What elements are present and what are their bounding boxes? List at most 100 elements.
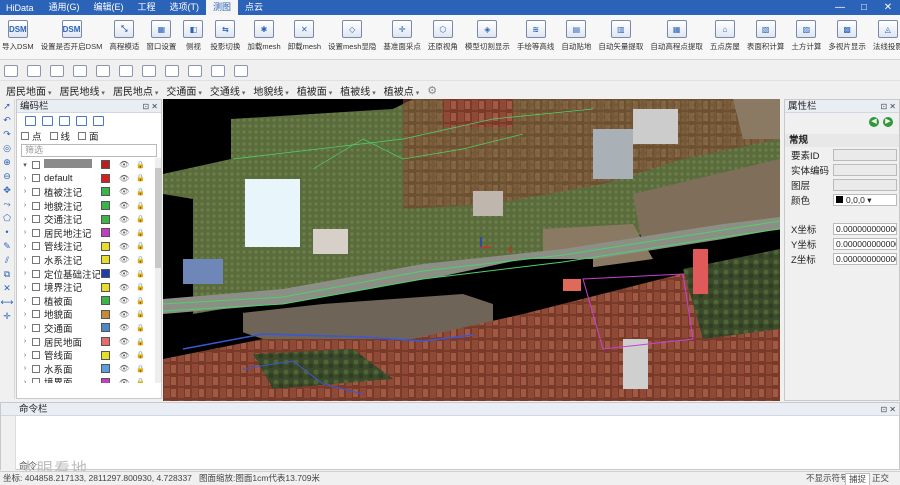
image-icon[interactable] — [27, 64, 41, 77]
tree-item[interactable]: › 境界面 👁 🔒 — [17, 376, 161, 383]
checkbox[interactable] — [32, 228, 40, 237]
visibility-icon[interactable]: 👁 — [119, 378, 129, 383]
checkbox[interactable] — [32, 364, 40, 373]
ribbon-button[interactable]: ▧ 表面积计算 — [747, 15, 784, 59]
list-icon[interactable] — [25, 116, 36, 126]
expand-arrow-icon[interactable]: › — [17, 379, 29, 383]
tree-item[interactable]: › 水系注记 👁 🔒 — [17, 253, 161, 267]
lock-icon[interactable]: 🔒 — [136, 378, 145, 383]
expand-arrow-icon[interactable]: ▾ — [17, 161, 29, 169]
visibility-icon[interactable]: 👁 — [119, 187, 129, 196]
layer-dropdown[interactable]: 居民地线 — [59, 83, 104, 98]
checkbox[interactable] — [32, 201, 40, 210]
color-swatch[interactable] — [101, 160, 110, 170]
symbol-display-toggle[interactable]: 不显示符号 — [806, 472, 849, 485]
forward-icon[interactable]: ▶ — [883, 117, 893, 127]
tree-item[interactable]: › 定位基础注记 👁 🔒 — [17, 267, 161, 281]
expand-arrow-icon[interactable]: › — [17, 284, 29, 291]
expand-arrow-icon[interactable]: › — [17, 270, 29, 277]
visibility-icon[interactable]: 👁 — [119, 215, 129, 224]
tree-item[interactable]: › 植被注记 👁 🔒 — [17, 185, 161, 199]
grid-view-icon[interactable] — [59, 116, 70, 126]
zoom-out-icon[interactable]: ⊖ — [0, 169, 14, 183]
pen-icon[interactable] — [188, 64, 202, 77]
ribbon-button[interactable]: ▩ 多视片显示 — [828, 15, 866, 59]
ribbon-button[interactable]: ✕ 卸载mesh — [288, 15, 321, 59]
map-view[interactable]: x — [163, 99, 780, 401]
lock-icon[interactable]: 🔒 — [136, 351, 145, 359]
layer-dropdown[interactable]: 交通面 — [166, 83, 201, 98]
panel-pin-icon[interactable]: ⊡ ✕ — [880, 403, 896, 416]
snap-icon[interactable]: ✛ — [0, 309, 14, 323]
color-swatch[interactable] — [101, 173, 110, 183]
visibility-icon[interactable]: 👁 — [119, 174, 129, 183]
visibility-icon[interactable]: 👁 — [119, 255, 129, 264]
tree-item[interactable]: › 地貌注记 👁 🔒 — [17, 199, 161, 213]
checkbox[interactable] — [21, 132, 29, 140]
refresh-icon[interactable] — [93, 116, 104, 126]
edit-icon[interactable]: ✎ — [0, 239, 14, 253]
expand-arrow-icon[interactable]: › — [17, 188, 29, 195]
layer-dropdown[interactable]: 植被线 — [340, 83, 375, 98]
tree-item[interactable]: › 境界注记 👁 🔒 — [17, 280, 161, 294]
menu-general[interactable]: 通用(G) — [42, 0, 87, 15]
checkbox[interactable] — [32, 215, 40, 224]
visibility-icon[interactable]: 👁 — [119, 228, 129, 237]
expand-arrow-icon[interactable]: › — [17, 229, 29, 236]
expand-arrow-icon[interactable]: › — [17, 297, 29, 304]
expand-arrow-icon[interactable]: › — [17, 352, 29, 359]
color-swatch[interactable] — [101, 377, 110, 383]
rotate-icon[interactable] — [142, 64, 156, 77]
lock-icon[interactable]: 🔒 — [136, 365, 145, 373]
ribbon-button[interactable]: ⤡ 高程模适 — [109, 15, 139, 59]
visibility-icon[interactable]: 👁 — [119, 242, 129, 251]
arrow-icon[interactable]: ➚ — [0, 99, 14, 113]
color-swatch[interactable] — [101, 337, 110, 347]
expand-arrow-icon[interactable]: › — [17, 243, 29, 250]
lock-icon[interactable]: 🔒 — [136, 310, 145, 318]
color-swatch[interactable] — [101, 255, 110, 265]
polygon-icon[interactable]: ⬠ — [0, 211, 14, 225]
checkbox[interactable] — [32, 323, 40, 332]
tree-item[interactable]: › 地貌面 👁 🔒 — [17, 308, 161, 321]
tree-item[interactable]: › 管线注记 👁 🔒 — [17, 240, 161, 253]
expand-arrow-icon[interactable]: › — [17, 256, 29, 263]
settings-icon[interactable] — [234, 64, 248, 77]
lock-icon[interactable]: 🔒 — [136, 229, 145, 237]
visibility-icon[interactable]: 👁 — [119, 269, 129, 278]
panel-pin-icon[interactable]: ⊡ ✕ — [142, 100, 158, 113]
visibility-icon[interactable]: 👁 — [119, 310, 129, 319]
checkbox[interactable] — [32, 337, 40, 346]
ribbon-button[interactable]: DSM 设置是否开启DSM — [41, 15, 102, 59]
tree-item[interactable]: › 植被面 👁 🔒 — [17, 294, 161, 308]
color-swatch[interactable] — [101, 201, 110, 211]
checkbox[interactable] — [32, 351, 40, 360]
color-swatch[interactable] — [101, 350, 110, 360]
tree-item[interactable]: › 交通面 👁 🔒 — [17, 321, 161, 335]
lock-icon[interactable]: 🔒 — [136, 256, 145, 264]
color-swatch[interactable] — [101, 269, 110, 279]
ribbon-button[interactable]: ▥ 自动矢量提取 — [598, 15, 643, 59]
expand-arrow-icon[interactable]: › — [17, 202, 29, 209]
measure-icon[interactable]: ⟷ — [0, 295, 14, 309]
sort-icon[interactable] — [76, 116, 87, 126]
back-icon[interactable]: ◀ — [869, 117, 879, 127]
layer-dropdown[interactable]: 地貌线 — [253, 83, 288, 98]
checkbox[interactable] — [32, 378, 40, 383]
checkbox[interactable] — [32, 269, 40, 278]
ribbon-button[interactable]: ≋ 手绘等高线 — [517, 15, 554, 59]
ribbon-button[interactable]: ⇆ 投影切换 — [210, 15, 240, 59]
visibility-icon[interactable]: 👁 — [119, 323, 129, 332]
visibility-icon[interactable]: 👁 — [119, 160, 129, 169]
layer-dropdown[interactable]: 交通线 — [210, 83, 245, 98]
checkbox[interactable] — [32, 160, 40, 169]
aerial-imagery[interactable]: x — [163, 99, 780, 401]
snap-toggle[interactable]: 捕捉 — [845, 473, 871, 485]
checkbox[interactable] — [32, 283, 40, 292]
feature-id-field[interactable] — [833, 148, 897, 161]
expand-arrow-icon[interactable]: › — [17, 365, 29, 372]
filter-area[interactable]: 面 — [78, 129, 99, 143]
delete-icon[interactable]: ✕ — [0, 281, 14, 295]
expand-arrow-icon[interactable]: › — [17, 311, 29, 318]
z-coordinate-field[interactable]: 0.000000000000 — [833, 252, 897, 265]
